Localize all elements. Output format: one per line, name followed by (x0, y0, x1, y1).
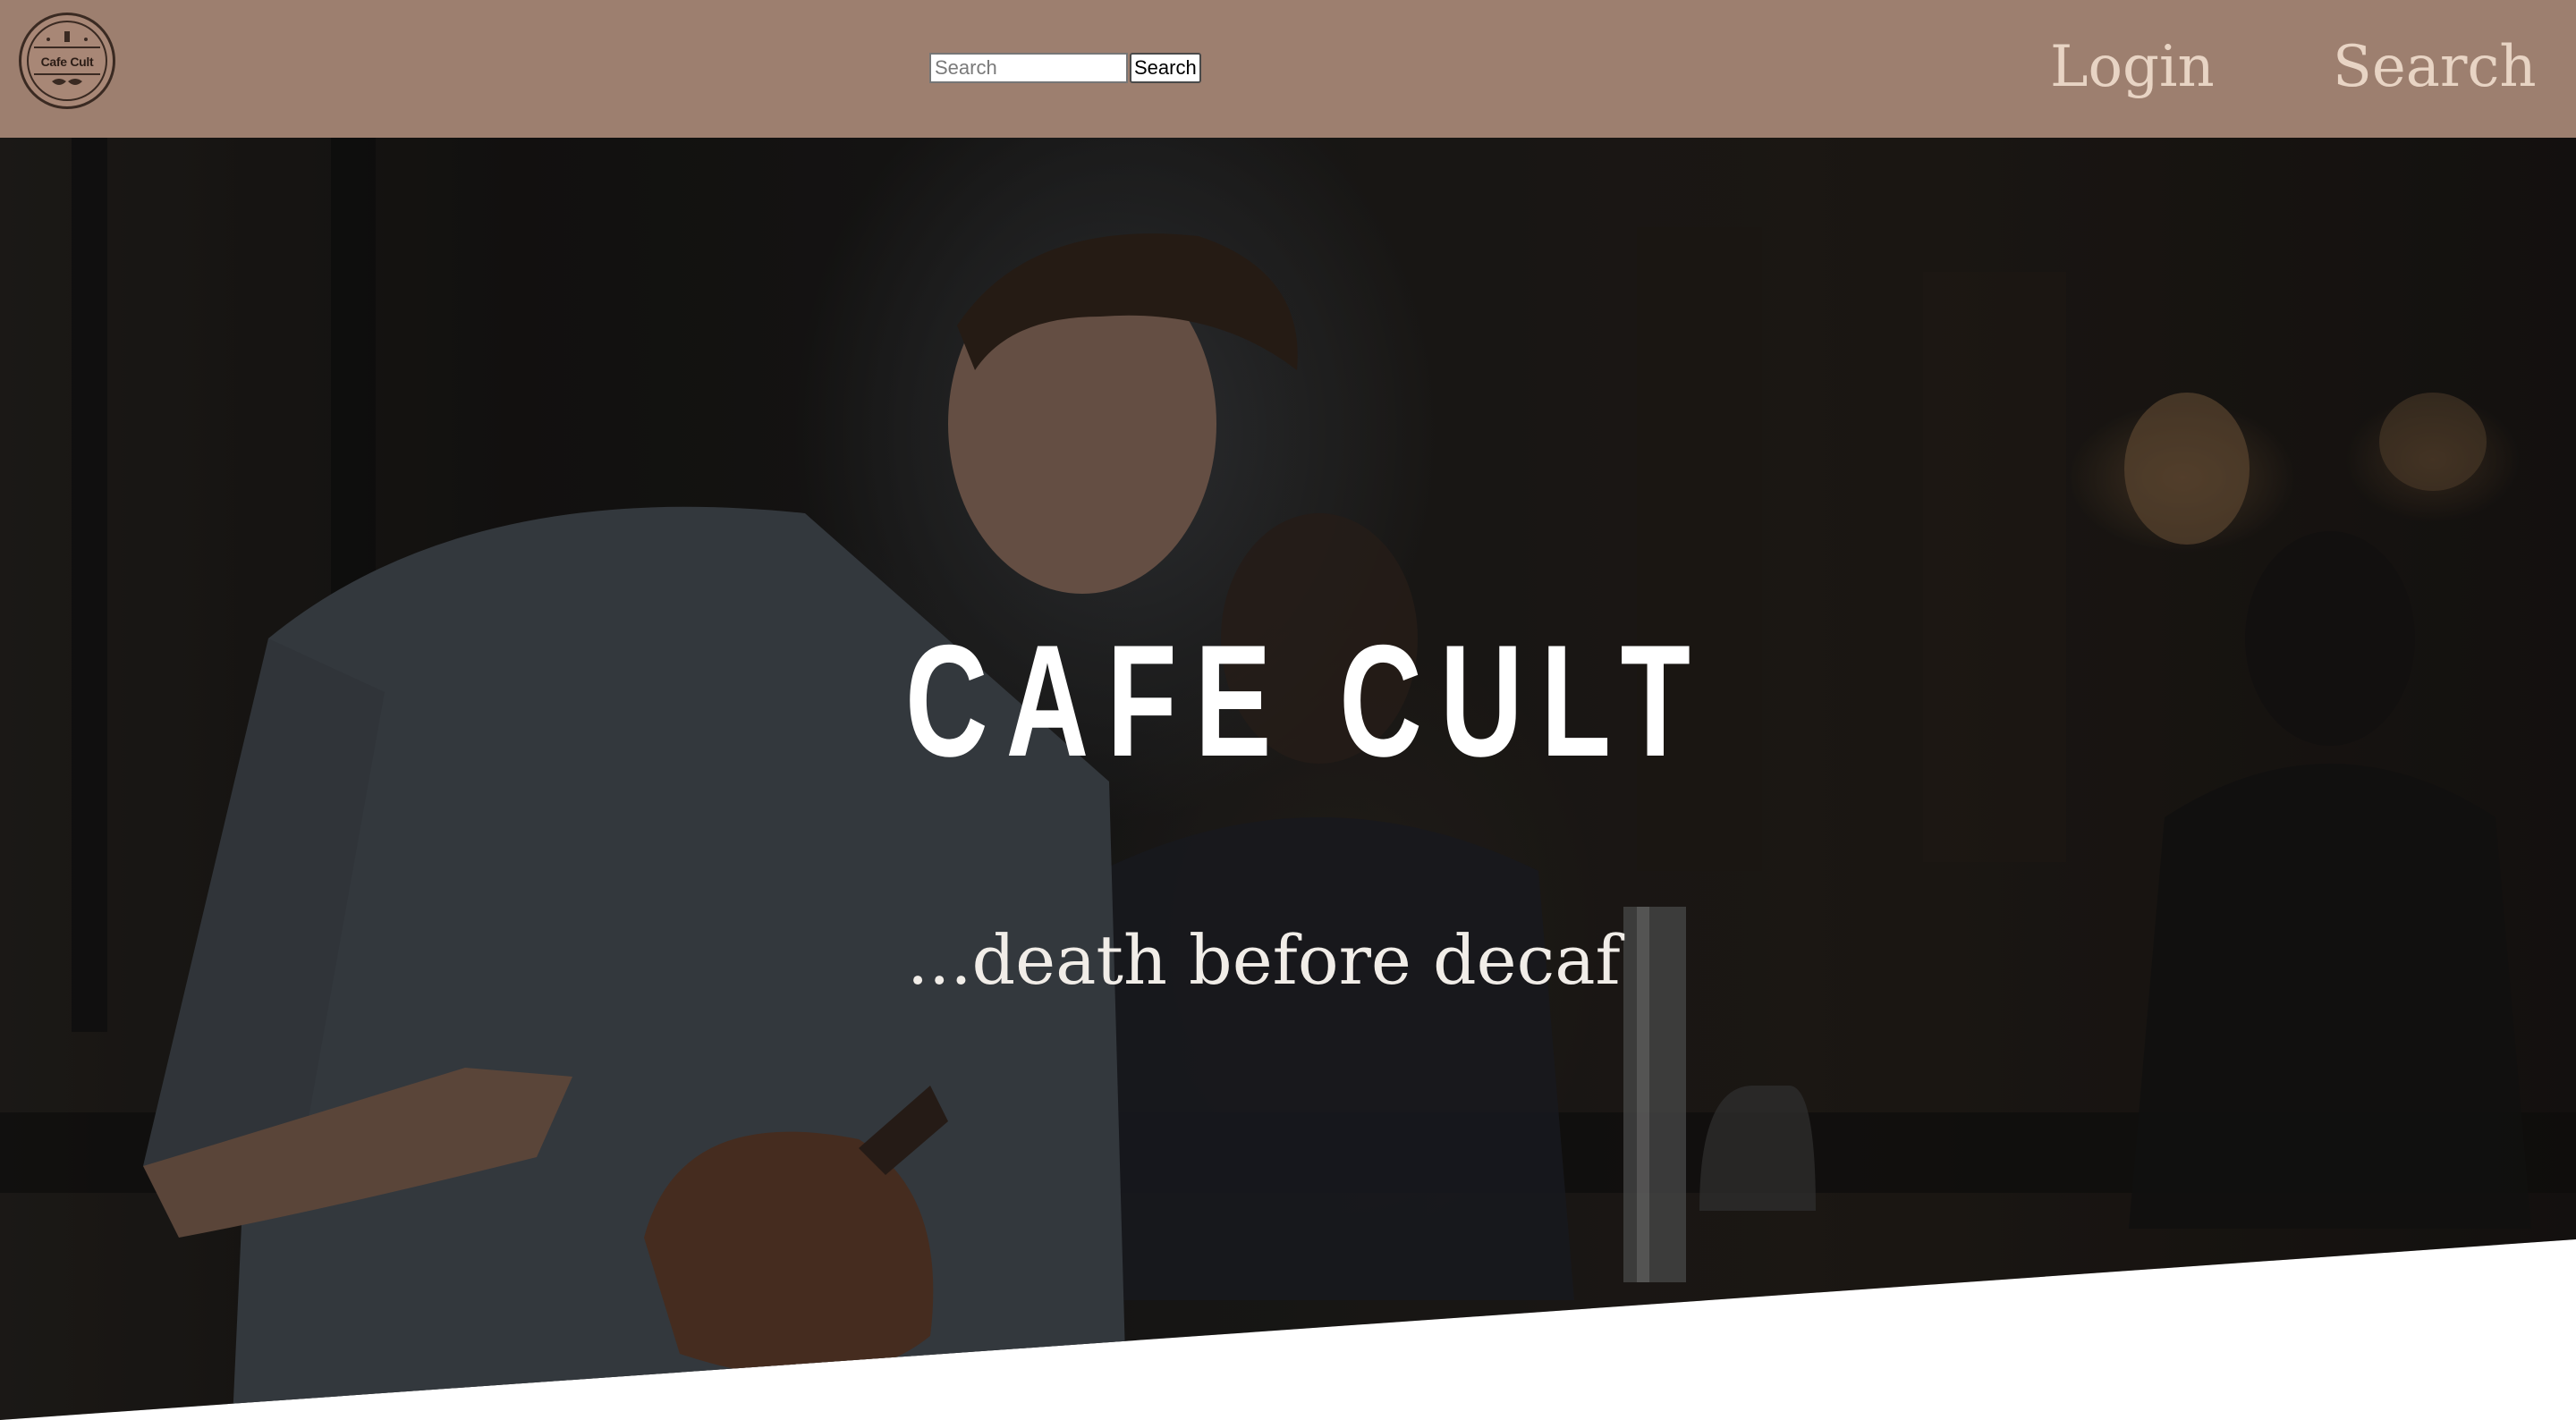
hero-banner: CAFE CULT ...death before decaf (0, 138, 2576, 1420)
search-input[interactable] (929, 53, 1128, 83)
search-form: Search (929, 53, 1201, 83)
hero-tagline: ...death before decaf (907, 920, 1621, 1000)
hero-title: CAFE CULT (905, 612, 1709, 790)
site-header: Cafe Cult Search Login Search (0, 0, 2576, 138)
search-button[interactable]: Search (1130, 53, 1201, 83)
logo-text: Cafe Cult (40, 55, 94, 69)
nav-search-link[interactable]: Search (2333, 27, 2537, 107)
nav-login-link[interactable]: Login (2050, 27, 2215, 107)
cafe-cult-logo[interactable]: Cafe Cult (19, 13, 115, 109)
